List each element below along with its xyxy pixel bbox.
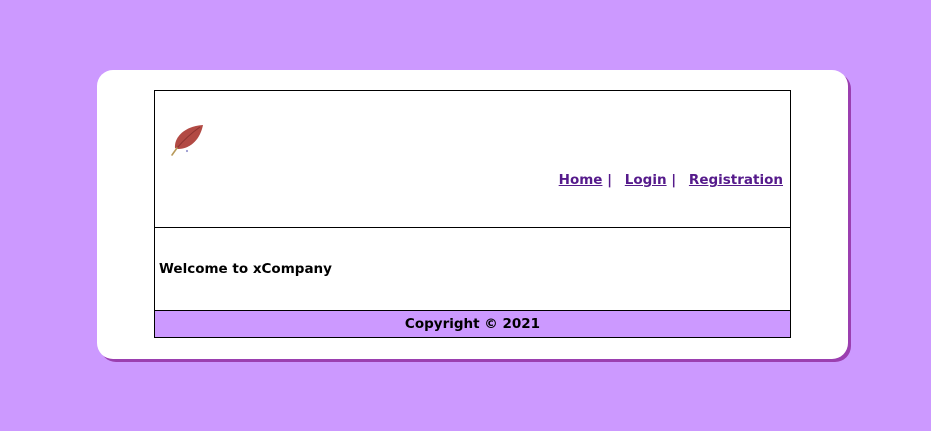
nav-link-login[interactable]: Login [625, 172, 667, 188]
welcome-heading: Welcome to xCompany [159, 261, 332, 277]
nav-link-home[interactable]: Home [559, 172, 603, 188]
main-content: Welcome to xCompany [155, 228, 790, 311]
page-card: Home | Login | Registration Welcome to x… [97, 70, 848, 359]
nav-separator: | [607, 172, 613, 188]
main-nav: Home | Login | Registration [559, 172, 783, 188]
site-header: Home | Login | Registration [155, 91, 790, 228]
site-footer: Copyright © 2021 [155, 311, 790, 337]
nav-separator: | [671, 172, 677, 188]
site-frame: Home | Login | Registration Welcome to x… [154, 90, 791, 338]
nav-link-registration[interactable]: Registration [689, 172, 783, 188]
copyright-text: Copyright © 2021 [404, 316, 541, 332]
leaf-icon [165, 118, 207, 160]
